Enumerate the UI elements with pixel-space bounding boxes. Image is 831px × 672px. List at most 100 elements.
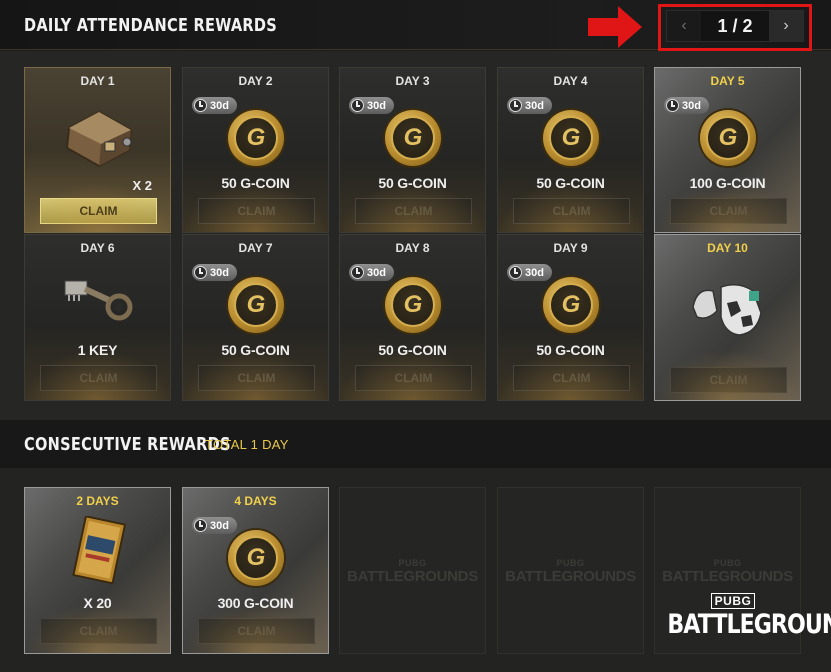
g-coin-icon: G: [543, 277, 599, 333]
pubg-battlegrounds-logo: PUBG BATTLEGROUNDS: [653, 592, 831, 640]
reward-card-day-3[interactable]: DAY 3 30d G 50 G-COIN CLAIM: [339, 67, 486, 233]
empty-slot: PUBG BATTLEGROUNDS: [339, 487, 486, 654]
reward-label: 50 G-COIN: [221, 175, 290, 191]
timer-text: 30d: [525, 99, 544, 112]
reward-label: 300 G-COIN: [217, 595, 294, 611]
coin-glyph: G: [234, 536, 278, 580]
watermark-big: BATTLEGROUNDS: [347, 568, 478, 585]
day-label: DAY 8: [395, 241, 430, 255]
key-icon: [64, 280, 133, 321]
timer-badge: 30d: [192, 517, 237, 534]
timer-text: 30d: [367, 266, 386, 279]
reward-label: 50 G-COIN: [378, 342, 447, 358]
reward-label: 50 G-COIN: [536, 175, 605, 191]
watermark-small: PUBG: [556, 558, 585, 568]
day-label: DAY 6: [80, 241, 115, 255]
watermark-small: PUBG: [398, 558, 427, 568]
coin-glyph: G: [391, 283, 435, 327]
page-title: DAILY ATTENDANCE REWARDS: [24, 15, 278, 36]
reward-card-day-10[interactable]: DAY 10 CLAIM: [654, 234, 801, 401]
reward-card-day-2[interactable]: DAY 2 30d G 50 G-COIN CLAIM: [182, 67, 329, 233]
logo-big-text: BATTLEGROUNDS: [667, 609, 831, 640]
g-coin-icon: G: [543, 110, 599, 166]
timer-badge: 30d: [507, 97, 552, 114]
claim-button[interactable]: CLAIM: [40, 365, 157, 391]
claim-button[interactable]: CLAIM: [513, 198, 630, 224]
claim-button[interactable]: CLAIM: [513, 365, 630, 391]
coin-glyph: G: [549, 116, 593, 160]
claim-button[interactable]: CLAIM: [355, 198, 472, 224]
claim-button[interactable]: CLAIM: [198, 198, 315, 224]
coin-glyph: G: [234, 116, 278, 160]
timer-text: 30d: [210, 99, 229, 112]
day-label: DAY 3: [395, 74, 430, 88]
pubg-watermark: PUBG BATTLEGROUNDS: [655, 558, 800, 585]
clock-icon: [351, 99, 364, 112]
day-label: DAY 9: [553, 241, 588, 255]
reward-card-day-9[interactable]: DAY 9 30d G 50 G-COIN CLAIM: [497, 234, 644, 401]
claim-button[interactable]: CLAIM: [355, 365, 472, 391]
timer-badge: 30d: [192, 97, 237, 114]
claim-button[interactable]: CLAIM: [670, 367, 787, 393]
coin-glyph: G: [234, 283, 278, 327]
timer-badge: 30d: [349, 97, 394, 114]
clock-icon: [509, 266, 522, 279]
consecutive-title: CONSECUTIVE REWARDS: [24, 434, 231, 455]
clock-icon: [666, 99, 679, 112]
day-label: DAY 7: [238, 241, 273, 255]
g-coin-icon: G: [228, 110, 284, 166]
clock-icon: [351, 266, 364, 279]
consecutive-card-4-days[interactable]: 4 DAYS 30d G 300 G-COIN CLAIM: [182, 487, 329, 654]
clock-icon: [194, 99, 207, 112]
coupon-icon: [72, 516, 127, 585]
reward-label: X 20: [83, 595, 112, 611]
g-coin-icon: G: [228, 530, 284, 586]
quantity-label: X 2: [132, 178, 152, 193]
claim-button[interactable]: CLAIM: [198, 618, 315, 644]
claim-button[interactable]: CLAIM: [670, 198, 787, 224]
reward-card-day-6[interactable]: DAY 6 1 KEY CLAIM: [24, 234, 171, 401]
reward-label: 50 G-COIN: [378, 175, 447, 191]
clock-icon: [194, 266, 207, 279]
watermark-small: PUBG: [713, 558, 742, 568]
reward-card-day-1[interactable]: DAY 1 X 2 CLAIM: [24, 67, 171, 233]
timer-text: 30d: [682, 99, 701, 112]
pubg-watermark: PUBG BATTLEGROUNDS: [340, 558, 485, 585]
timer-text: 30d: [367, 99, 386, 112]
day-label: DAY 10: [707, 241, 748, 255]
total-days-label: TOTAL 1 DAY: [205, 437, 289, 452]
claim-button[interactable]: CLAIM: [198, 365, 315, 391]
reward-label: 50 G-COIN: [221, 342, 290, 358]
timer-text: 30d: [210, 519, 229, 532]
reward-label: 1 KEY: [77, 342, 118, 358]
claim-button[interactable]: CLAIM: [40, 618, 157, 644]
gloves-icon: [692, 284, 762, 336]
clock-icon: [194, 519, 207, 532]
reward-card-day-4[interactable]: DAY 4 30d G 50 G-COIN CLAIM: [497, 67, 644, 233]
coin-glyph: G: [706, 116, 750, 160]
clock-icon: [509, 99, 522, 112]
crate-icon: [65, 110, 133, 168]
reward-card-day-7[interactable]: DAY 7 30d G 50 G-COIN CLAIM: [182, 234, 329, 401]
pager: ‹ 1 / 2 ›: [666, 10, 804, 42]
watermark-big: BATTLEGROUNDS: [662, 568, 793, 585]
timer-text: 30d: [210, 266, 229, 279]
g-coin-icon: G: [385, 110, 441, 166]
claim-button[interactable]: CLAIM: [40, 198, 157, 224]
pubg-watermark: PUBG BATTLEGROUNDS: [498, 558, 643, 585]
coin-glyph: G: [549, 283, 593, 327]
timer-badge: 30d: [192, 264, 237, 281]
consecutive-card-2-days[interactable]: 2 DAYS X 20 CLAIM: [24, 487, 171, 654]
day-label: DAY 2: [238, 74, 273, 88]
watermark-big: BATTLEGROUNDS: [505, 568, 636, 585]
reward-card-day-8[interactable]: DAY 8 30d G 50 G-COIN CLAIM: [339, 234, 486, 401]
chevron-right-icon[interactable]: ›: [769, 11, 803, 41]
day-label: DAY 5: [710, 74, 745, 88]
chevron-left-icon[interactable]: ‹: [667, 11, 701, 41]
coin-glyph: G: [391, 116, 435, 160]
reward-card-day-5[interactable]: DAY 5 30d G 100 G-COIN CLAIM: [654, 67, 801, 233]
reward-label: 50 G-COIN: [536, 342, 605, 358]
timer-badge: 30d: [349, 264, 394, 281]
g-coin-icon: G: [700, 110, 756, 166]
consecutive-header-bar: CONSECUTIVE REWARDS: [0, 420, 831, 468]
